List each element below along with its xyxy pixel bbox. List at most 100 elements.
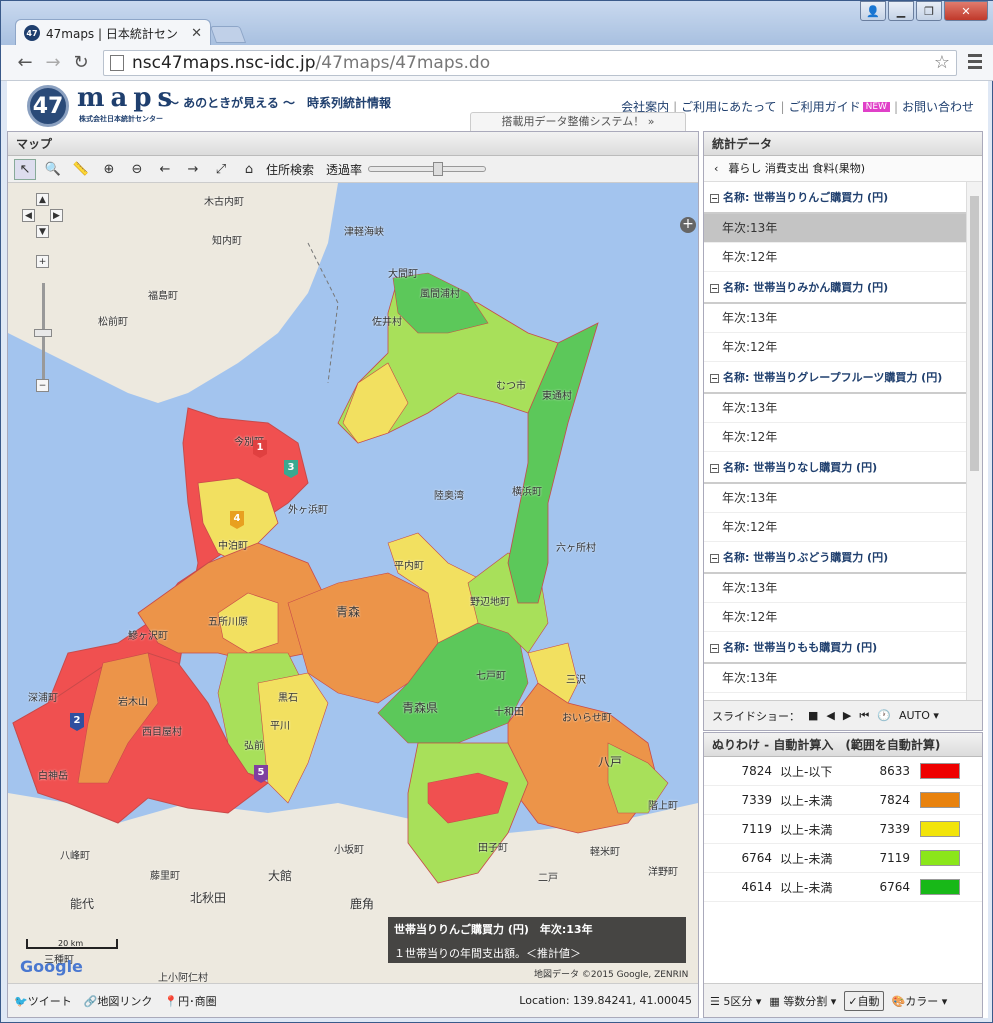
stat-group-header[interactable]: − 名称: 世帯当りりんご購買力 (円) — [704, 182, 966, 214]
browser-window: 47 47maps | 日本統計セン ✕ 👤 ▁ ❐ ✕ ← → ↻ nsc47… — [0, 0, 993, 1023]
zoom-out-icon[interactable]: ⊖ — [126, 159, 148, 180]
menu-icon[interactable] — [968, 54, 982, 72]
map-footer: 🐦ツイート 🔗地図リンク 📍円･商圏 Location: 139.84241, … — [8, 983, 698, 1017]
first-icon[interactable]: ⏮ — [859, 709, 869, 723]
stat-year-item[interactable]: 年次:13年 — [704, 664, 966, 693]
address-bar[interactable]: nsc47maps.nsc-idc.jp/47maps/47maps.do ☆ — [103, 50, 957, 76]
stat-year-item[interactable]: 年次:12年 — [704, 603, 966, 632]
stat-year-item[interactable]: 年次:13年 — [704, 304, 966, 333]
auto-toggle[interactable]: ✓自動 — [844, 990, 884, 1011]
home-icon[interactable]: ⌂ — [238, 159, 260, 180]
stat-year-item[interactable]: 年次:12年 — [704, 513, 966, 542]
stat-group-name: 名称: 世帯当りグレープフルーツ購買力 (円) — [723, 371, 943, 384]
reload-icon[interactable]: ↻ — [67, 52, 95, 73]
maximize-button[interactable]: ❐ — [916, 1, 942, 21]
close-window-button[interactable]: ✕ — [944, 1, 988, 21]
zoom-plus-icon[interactable]: + — [36, 255, 49, 268]
legend-swatch[interactable] — [920, 792, 960, 808]
legend-swatch[interactable] — [920, 850, 960, 866]
stat-year-item[interactable]: 年次:13年 — [704, 394, 966, 423]
collapse-icon[interactable]: − — [710, 554, 719, 563]
stat-group-header[interactable]: − 名称: 世帯当りグレープフルーツ購買力 (円) — [704, 362, 966, 394]
map-link-button[interactable]: 🔗地図リンク — [84, 993, 153, 1009]
pan-right-icon[interactable]: ▶ — [50, 209, 63, 222]
fullscreen-icon[interactable]: ⤢ — [210, 159, 232, 180]
user-icon[interactable]: 👤 — [860, 1, 886, 21]
clock-icon: 🕐 — [877, 709, 891, 722]
stat-year-item[interactable]: 年次:13年 — [704, 484, 966, 513]
system-button[interactable]: 搭載用データ整備システム！ » — [470, 112, 686, 131]
prev-icon[interactable]: ◀ — [826, 709, 834, 722]
stat-group-header[interactable]: − 名称: 世帯当りもも購買力 (円) — [704, 632, 966, 664]
bookmark-star-icon[interactable]: ☆ — [934, 52, 950, 73]
window-controls: 👤 ▁ ❐ ✕ — [860, 1, 988, 21]
zoom-slider-knob[interactable] — [34, 329, 52, 337]
choropleth-map[interactable] — [8, 183, 698, 983]
breadcrumb[interactable]: ‹ 暮らし 消費支出 食料(果物) — [704, 156, 982, 182]
collapse-icon[interactable]: − — [710, 644, 719, 653]
search-icon[interactable]: 🔍 — [42, 159, 64, 180]
close-tab-icon[interactable]: ✕ — [191, 26, 202, 41]
address-search-button[interactable]: 住所検索 — [266, 161, 314, 178]
legend-to: 7824 — [879, 793, 910, 807]
classes-select[interactable]: ☰ 5区分 ▾ — [710, 993, 761, 1009]
label-matsumae: 松前町 — [98, 317, 128, 328]
ruler-icon[interactable]: 📏 — [70, 159, 92, 180]
pan-left-icon[interactable]: ◀ — [22, 209, 35, 222]
opacity-slider[interactable] — [368, 162, 487, 176]
back-icon[interactable]: ← — [11, 52, 39, 73]
auto-select[interactable]: AUTO ▾ — [899, 709, 939, 722]
map-view[interactable]: ▲ ◀ ▶ ▼ + − + 木古内町 知内町 福島町 松前町 津軽海峡 大間町 … — [8, 183, 698, 983]
back-chevron-icon[interactable]: ‹ — [714, 162, 718, 175]
pointer-icon[interactable]: ↖ — [14, 158, 36, 180]
browser-tab[interactable]: 47 47maps | 日本統計セン ✕ — [15, 19, 211, 46]
circle-area-button[interactable]: 📍円･商圏 — [164, 993, 216, 1009]
pan-up-icon[interactable]: ▲ — [36, 193, 49, 206]
stop-icon[interactable]: ■ — [808, 709, 818, 722]
arrow-right-icon[interactable]: → — [182, 159, 204, 180]
stat-group-header[interactable]: − 名称: 世帯当りみかん購買力 (円) — [704, 272, 966, 304]
stat-year-item[interactable]: 年次:12年 — [704, 243, 966, 272]
calculator-icon: ▦ — [769, 994, 780, 1008]
collapse-icon[interactable]: − — [710, 464, 719, 473]
stat-year-item[interactable]: 年次:13年 — [704, 574, 966, 603]
stat-group-header[interactable]: − 名称: 世帯当りぶどう購買力 (円) — [704, 542, 966, 574]
stat-year-item[interactable]: 年次:13年 — [704, 214, 966, 243]
legend-swatch[interactable] — [920, 821, 960, 837]
zoom-minus-icon[interactable]: − — [36, 379, 49, 392]
scrollbar[interactable] — [966, 182, 982, 700]
minimize-button[interactable]: ▁ — [888, 1, 914, 21]
stat-year-item[interactable]: 年次:12年 — [704, 423, 966, 452]
nav-guide[interactable]: ご利用ガイド — [789, 98, 861, 115]
forward-icon[interactable]: → — [39, 52, 67, 73]
stat-year-item[interactable]: 年次:12年 — [704, 333, 966, 362]
tab-bar: 47 47maps | 日本統計セン ✕ 👤 ▁ ❐ ✕ — [1, 1, 993, 46]
pan-down-icon[interactable]: ▼ — [36, 225, 49, 238]
collapse-icon[interactable]: − — [710, 284, 719, 293]
collapse-icon[interactable]: − — [710, 374, 719, 383]
scale-label: 20 km — [58, 939, 84, 948]
opacity-slider-knob[interactable] — [433, 162, 444, 176]
map-panel: マップ ↖ 🔍 📏 ⊕ ⊖ ← → ⤢ ⌂ 住所検索 透過率 ▲ ◀ ▶ ▼ +… — [7, 131, 699, 1018]
label-fukaura: 深浦町 — [28, 693, 58, 704]
new-tab-button[interactable] — [209, 26, 247, 43]
play-icon[interactable]: ▶ — [843, 709, 851, 722]
nav-usage[interactable]: ご利用にあたって — [681, 98, 776, 115]
nav-contact[interactable]: お問い合わせ — [902, 98, 974, 115]
legend-swatch[interactable] — [920, 879, 960, 895]
stat-group-header[interactable]: − 名称: 世帯当りなし購買力 (円) — [704, 452, 966, 484]
legend-row: 7119 以上-未満 7339 — [704, 815, 982, 844]
collapse-icon[interactable]: − — [710, 194, 719, 203]
logo[interactable]: 47 — [27, 85, 69, 127]
arrow-left-icon[interactable]: ← — [154, 159, 176, 180]
scrollbar-thumb[interactable] — [970, 196, 979, 471]
expand-icon[interactable]: + — [680, 217, 696, 233]
division-select[interactable]: ▦ 等数分割 ▾ — [769, 993, 836, 1009]
legend-relation: 以上-以下 — [780, 764, 833, 779]
tweet-button[interactable]: 🐦ツイート — [14, 993, 72, 1009]
zoom-in-icon[interactable]: ⊕ — [98, 159, 120, 180]
color-select[interactable]: 🎨カラー ▾ — [892, 993, 948, 1009]
label-shirakami: 白神岳 — [38, 771, 68, 782]
label-goshogawara: 五所川原 — [208, 617, 248, 628]
legend-swatch[interactable] — [920, 763, 960, 779]
